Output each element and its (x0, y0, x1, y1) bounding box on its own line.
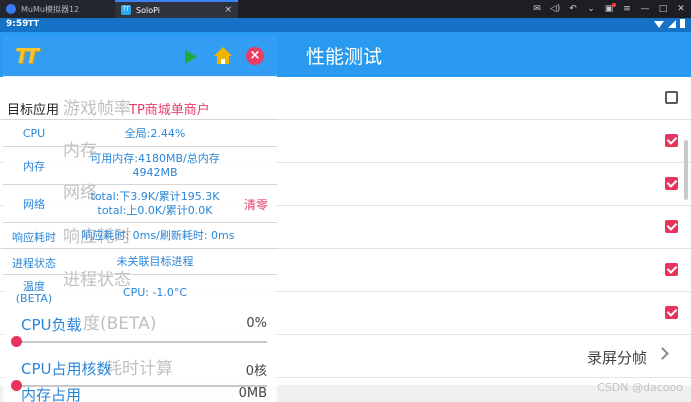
checkbox-network[interactable] (665, 177, 678, 190)
mail-icon[interactable]: ✉ (531, 4, 543, 14)
close-icon[interactable]: ✕ (675, 4, 687, 14)
back-icon[interactable]: ↶ (567, 4, 579, 14)
menu-icon[interactable]: ≡ (621, 4, 633, 14)
metric-label: CPU (22, 127, 46, 140)
clear-network-button[interactable]: 清零 (244, 196, 268, 213)
record-screen-label: 录屏分帧 (587, 349, 648, 367)
seekbar-label: CPU占用核数 (21, 360, 112, 378)
checkbox-process-state[interactable] (665, 263, 678, 276)
metric-value: 全局:2.44% (124, 127, 186, 140)
seekbar-cpu-load[interactable]: CPU负载 0% (3, 314, 277, 358)
mumu-logo-icon (6, 4, 16, 14)
volume-icon[interactable]: ◁) (549, 4, 561, 14)
status-time: 9:59 (6, 19, 29, 29)
wifi-icon (654, 20, 664, 28)
target-app-label: 目标应用 (7, 103, 60, 118)
emulator-tab-solopi[interactable]: TT SoloPi × (115, 0, 238, 18)
seekbar-memory[interactable]: 内存占用 0MB (3, 384, 277, 402)
seekbar-value: 0% (246, 316, 267, 331)
watermark: CSDN @dacooo (597, 381, 683, 394)
signal-icon (668, 19, 676, 28)
solopi-floating-window[interactable]: TT × 游戏帧率 内存 网络 响应耗时 进程状态 度(BETA) 耗时计算 目… (3, 36, 277, 402)
emulator-tab-mumu[interactable]: MuMu模拟器12 (0, 0, 115, 18)
tab-close-icon[interactable]: × (224, 5, 232, 15)
checkbox-response-time[interactable] (665, 220, 678, 233)
minimize-icon[interactable]: — (639, 4, 651, 14)
maximize-icon[interactable]: □ (657, 4, 669, 14)
target-app-value[interactable]: TP商城单商户 (129, 99, 210, 118)
home-icon[interactable] (214, 47, 232, 65)
metric-row-temperature: 温度 (BETA) CPU: -1.0°C (3, 274, 277, 308)
emulator-toolbar: ✉ ◁) ↶ ⌄ ▣ ≡ — □ ✕ (531, 2, 687, 16)
status-bar: 9:59 TT (0, 18, 691, 32)
seekbar-track[interactable] (16, 341, 267, 343)
seekbar-label: 内存占用 (21, 386, 82, 402)
chevron-right-icon (656, 347, 669, 360)
dropdown-icon[interactable]: ⌄ (585, 4, 597, 14)
message-icon[interactable]: ▣ (603, 3, 616, 14)
target-app-row[interactable]: 目标应用 TP商城单商户 (3, 95, 277, 119)
tab-label: SoloPi (136, 5, 160, 15)
metric-label: 响应耗时 (12, 231, 56, 244)
metric-label: 进程状态 (12, 257, 56, 270)
floating-header[interactable]: TT × (3, 36, 277, 76)
checkbox-temperature[interactable] (665, 306, 678, 319)
metric-value-line1: total:下3.9K/累计195.3K (90, 190, 220, 203)
android-screen: 9:59 TT 性能测试 录屏分帧 CSDN @dacooo TT × 游戏帧率… (0, 18, 691, 402)
seekbar-value: 0核 (245, 364, 267, 379)
solopi-logo: TT (15, 44, 39, 68)
status-app-badge: TT (28, 19, 40, 28)
seekbar-thumb[interactable] (11, 336, 22, 347)
solopi-logo-icon: TT (121, 5, 131, 15)
checkbox-memory[interactable] (665, 134, 678, 147)
metric-value-line2: total:上0.0K/累计0.0K (97, 204, 213, 217)
checkbox-game-fps[interactable] (665, 91, 678, 104)
metric-value-line2: 4942MB (132, 166, 178, 179)
metric-row-cpu: CPU 全局:2.44% (3, 119, 277, 146)
scrollbar-thumb[interactable] (684, 140, 688, 200)
metric-value: 响应耗时: 0ms/刷新耗时: 0ms (81, 229, 235, 242)
page-title: 性能测试 (306, 46, 383, 68)
tab-label: MuMu模拟器12 (21, 4, 80, 14)
battery-icon (680, 19, 685, 28)
metric-row-memory: 内存 可用内存:4180MB/总内存 4942MB (3, 146, 277, 184)
emulator-title-bar: MuMu模拟器12 TT SoloPi × ✉ ◁) ↶ ⌄ ▣ ≡ — □ ✕ (0, 0, 691, 18)
metric-label: 内存 (23, 160, 45, 173)
metric-row-response: 响应耗时 响应耗时: 0ms/刷新耗时: 0ms (3, 222, 277, 248)
close-circle-icon[interactable]: × (246, 47, 264, 65)
metric-value: 未关联目标进程 (116, 255, 194, 268)
metric-row-network: 网络 total:下3.9K/累计195.3K total:上0.0K/累计0.… (3, 184, 277, 222)
seekbar-value: 0MB (238, 386, 267, 401)
play-icon[interactable] (185, 50, 197, 64)
metric-value-line1: 可用内存:4180MB/总内存 (90, 152, 220, 165)
seekbar-label: CPU负载 (21, 316, 82, 334)
metric-label-line2: (BETA) (15, 292, 53, 305)
metric-value: CPU: -1.0°C (122, 286, 188, 299)
metric-row-process: 进程状态 未关联目标进程 (3, 248, 277, 274)
metric-label: 网络 (23, 198, 45, 211)
status-icons (654, 19, 685, 28)
